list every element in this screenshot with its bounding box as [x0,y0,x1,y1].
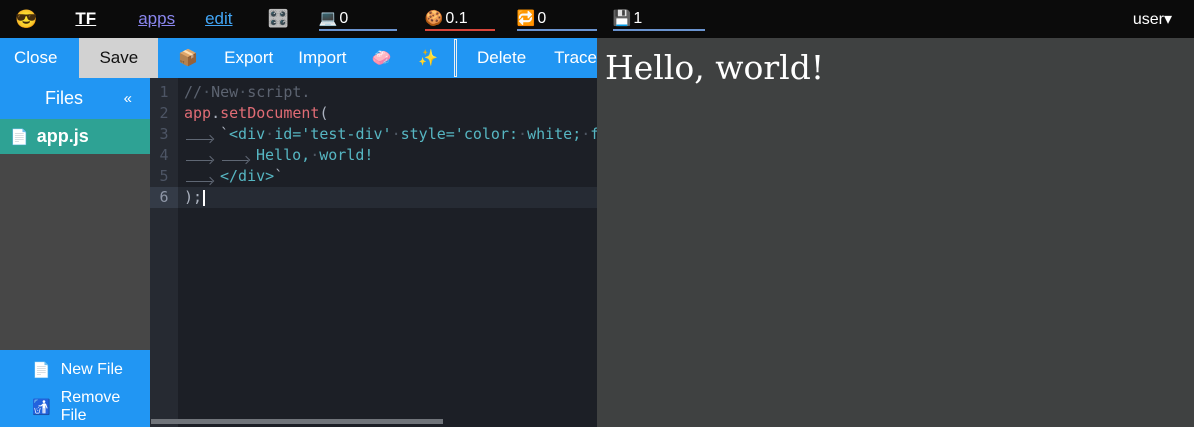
package-icon[interactable]: 📦 [178,48,198,68]
files-panel-title: Files [45,88,83,109]
repeat-stat-field[interactable]: 🔁 0 [517,7,597,31]
page-icon: 📄 [32,361,51,379]
trace-button[interactable]: Trace [554,48,597,68]
nav-link-edit[interactable]: edit [205,9,232,29]
code-text: app.setDocument( [178,103,597,124]
code-editor[interactable]: 1//·New·script.2app.setDocument(3`<div·i… [150,78,597,427]
code-line: 1//·New·script. [150,82,597,103]
code-line: 4Hello,·world! [150,145,597,166]
empty-toolbar-box[interactable] [454,39,457,77]
file-item-appjs[interactable]: 📄 app.js [0,119,150,154]
laptop-stat-value: 0 [339,10,348,28]
remove-file-label: Remove File [61,389,150,425]
nav-link-tf[interactable]: TF [75,9,96,29]
line-number: 5 [150,166,178,187]
code-lines: 1//·New·script.2app.setDocument(3`<div·i… [150,78,597,208]
laptop-stat-field[interactable]: 💻 0 [319,7,397,31]
sunglasses-face-icon: 😎 [15,9,37,30]
remove-file-button[interactable]: 🚮 Remove File [0,390,150,424]
collapse-panel-icon[interactable]: « [124,90,132,107]
document-icon: 📄 [10,128,29,146]
line-number: 1 [150,82,178,103]
nav-link-apps[interactable]: apps [138,9,175,29]
floppy-stat-value: 1 [633,10,642,28]
editor-toolbar: Close Save 📦 Export Import 🧼 ✨ Delete Tr… [0,38,597,78]
new-file-button[interactable]: 📄 New File [0,353,150,387]
litter-bin-icon: 🚮 [32,398,51,416]
cookie-stat-value: 0.1 [445,10,467,28]
topbar: 😎 TF apps edit 🎛️ 💻 0 🍪 0.1 🔁 0 💾 1 user… [0,0,1194,38]
new-file-label: New File [61,361,123,379]
code-text: </div>` [178,166,597,187]
soap-icon[interactable]: 🧼 [371,48,391,68]
code-text: `<div·id='test-div'·style='color:·white;… [178,124,597,145]
code-text: Hello,·world! [178,145,597,166]
code-line: 6); [150,187,597,208]
control-knobs-icon[interactable]: 🎛️ [268,9,289,29]
user-menu[interactable]: user▾ [1133,9,1172,29]
save-button[interactable]: Save [79,38,158,78]
app-window: 😎 TF apps edit 🎛️ 💻 0 🍪 0.1 🔁 0 💾 1 user… [0,0,1194,427]
files-panel-header: Files « [0,78,150,119]
code-text: //·New·script. [178,82,597,103]
sparkles-icon[interactable]: ✨ [418,48,438,68]
app-preview-pane: Hello, world! [597,38,1194,427]
cookie-icon: 🍪 [425,10,444,28]
file-item-label: app.js [37,126,89,147]
horizontal-scrollbar-thumb[interactable] [151,419,443,424]
export-button[interactable]: Export [224,48,273,68]
line-number: 6 [150,187,178,208]
repeat-icon: 🔁 [517,10,536,28]
files-panel: Files « 📄 app.js 📄 New File 🚮 Remove Fil… [0,78,150,427]
line-number: 3 [150,124,178,145]
text-cursor [203,190,205,206]
cookie-stat-field[interactable]: 🍪 0.1 [425,7,495,31]
import-button[interactable]: Import [298,48,346,68]
laptop-icon: 💻 [319,10,338,28]
line-number: 4 [150,145,178,166]
files-list-empty-area [0,154,150,350]
floppy-disk-icon: 💾 [613,10,632,28]
code-line: 3`<div·id='test-div'·style='color:·white… [150,124,597,145]
files-panel-footer: 📄 New File 🚮 Remove File [0,350,150,427]
line-number: 2 [150,103,178,124]
code-line: 5</div>` [150,166,597,187]
preview-heading: Hello, world! [597,38,1194,87]
repeat-stat-value: 0 [537,10,546,28]
code-line: 2app.setDocument( [150,103,597,124]
delete-button[interactable]: Delete [477,48,526,68]
floppy-stat-field[interactable]: 💾 1 [613,7,705,31]
close-button[interactable]: Close [14,48,57,68]
code-text: ); [178,187,597,208]
